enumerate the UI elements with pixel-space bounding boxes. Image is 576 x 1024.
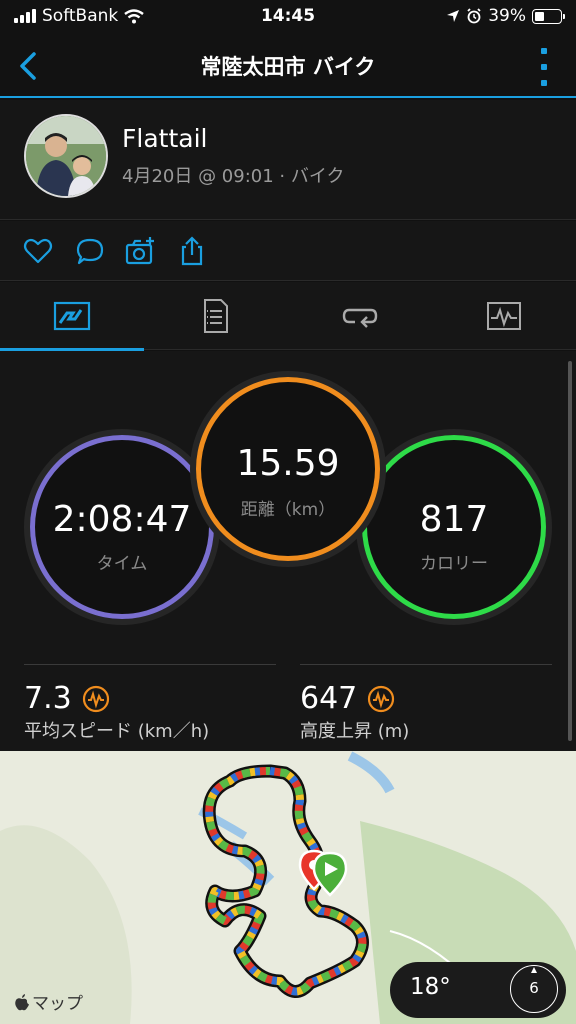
map-credit-label: マップ bbox=[32, 994, 83, 1014]
avg-speed-label: 平均スピード (km／h) bbox=[24, 721, 210, 742]
status-bar: SoftBank 14:45 39% bbox=[0, 0, 576, 34]
avg-speed-value: 7.3 bbox=[24, 681, 72, 716]
more-options-icon[interactable] bbox=[536, 48, 552, 86]
activity-header: Flattail 4月20日 @ 09:01 · バイク bbox=[0, 100, 576, 220]
weather-badge: 18° 6 bbox=[390, 962, 566, 1018]
route-map[interactable]: マップ 18° 6 bbox=[0, 751, 576, 1024]
tab-overview[interactable] bbox=[0, 282, 144, 351]
time-label: タイム bbox=[96, 554, 148, 574]
action-bar bbox=[0, 221, 576, 281]
pulse-badge-icon bbox=[82, 685, 109, 712]
elevation-stat: 647 高度上昇 (m) bbox=[300, 664, 552, 744]
battery-icon bbox=[532, 8, 565, 24]
share-icon[interactable] bbox=[176, 235, 208, 267]
laps-tab-icon bbox=[342, 308, 378, 328]
add-photo-icon[interactable] bbox=[124, 235, 156, 267]
page-title: 常陸太田市 バイク bbox=[200, 55, 376, 79]
tab-charts[interactable] bbox=[432, 282, 576, 350]
battery-percent: 39% bbox=[488, 6, 526, 26]
elevation-label: 高度上昇 (m) bbox=[300, 721, 410, 742]
user-name[interactable]: Flattail bbox=[122, 124, 207, 153]
avatar[interactable] bbox=[24, 114, 108, 198]
comment-icon[interactable] bbox=[74, 235, 106, 267]
temperature: 18° bbox=[410, 974, 451, 1000]
apple-logo-icon bbox=[15, 993, 29, 1010]
charts-tab-icon bbox=[487, 302, 521, 330]
tab-bar bbox=[0, 282, 576, 351]
alarm-icon bbox=[467, 8, 481, 24]
wind-dial-icon: 6 bbox=[510, 965, 558, 1013]
map-credit: マップ bbox=[14, 989, 83, 1014]
distance-value: 15.59 bbox=[236, 443, 340, 484]
wind-speed: 6 bbox=[529, 979, 539, 997]
heart-icon[interactable] bbox=[22, 235, 54, 267]
activity-meta: 4月20日 @ 09:01 · バイク bbox=[122, 166, 345, 187]
tab-details[interactable] bbox=[144, 282, 288, 350]
avg-speed-stat: 7.3 平均スピード (km／h) bbox=[24, 664, 276, 744]
status-right: 39% bbox=[446, 6, 565, 26]
pulse-badge-icon bbox=[368, 685, 395, 712]
tab-laps[interactable] bbox=[288, 282, 432, 350]
distance-label: 距離（km） bbox=[240, 500, 336, 520]
elevation-value: 647 bbox=[300, 681, 358, 716]
location-icon bbox=[447, 10, 460, 22]
scrollbar[interactable] bbox=[568, 361, 572, 741]
calories-label: カロリー bbox=[420, 554, 488, 574]
distance-ring: 15.59 距離（km） bbox=[190, 371, 386, 567]
details-tab-icon bbox=[204, 299, 228, 333]
overview-tab-icon bbox=[53, 301, 91, 331]
stats-panel: 2:08:47 タイム 817 カロリー 15.59 距離（km） 7.3 平均… bbox=[0, 351, 576, 751]
navigation-bar: 常陸太田市 バイク bbox=[0, 34, 576, 98]
